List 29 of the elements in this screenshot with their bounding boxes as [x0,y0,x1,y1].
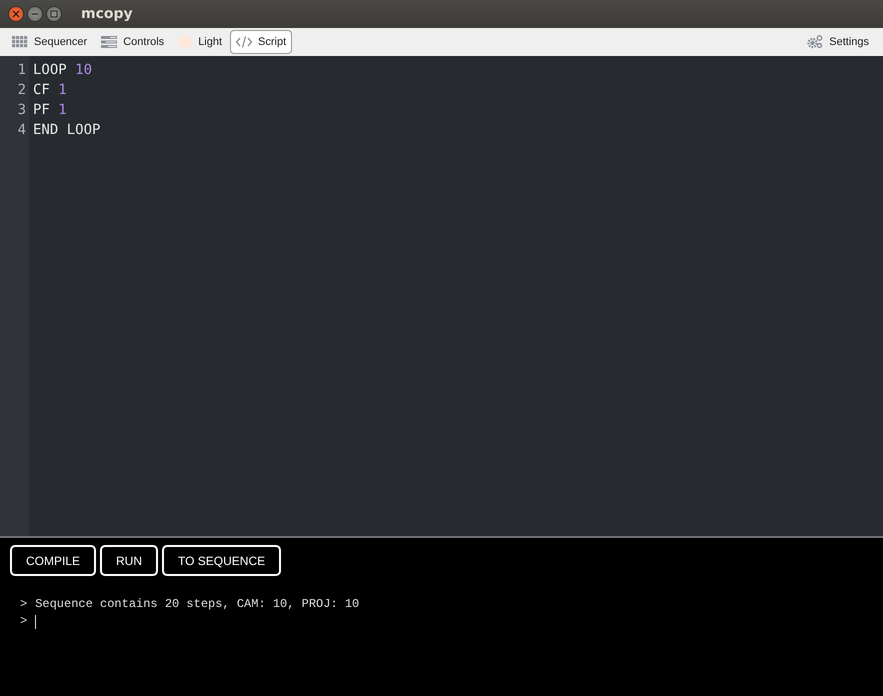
line-number: 1 [18,62,26,78]
maximize-icon [50,10,58,18]
window-title: mcopy [81,4,133,24]
toolbar-tab[interactable]: Controls [95,30,170,54]
code-line: CF 1 [33,81,67,100]
close-icon [12,10,20,18]
settings-icon [807,35,824,49]
maximize-button[interactable] [46,6,62,22]
line-number: 2 [18,82,26,98]
minimize-button[interactable] [27,6,43,22]
close-button[interactable] [8,6,24,22]
console-button[interactable]: TO SEQUENCE [162,545,282,576]
settings-button[interactable]: Settings [801,30,875,54]
toolbar-tab[interactable]: Light [172,30,228,54]
console-button[interactable]: RUN [100,545,158,576]
console-prompt: > [20,596,28,613]
code-line: END LOOP [33,121,100,140]
console-button[interactable]: COMPILE [10,545,96,576]
code-line: LOOP 10 [33,61,92,80]
toolbar-tab[interactable]: Sequencer [6,30,94,54]
sliders-icon [101,36,118,48]
toolbar-tab[interactable]: Script [230,30,292,54]
console-prompt: > [20,613,28,630]
code-icon [236,36,252,48]
grid-icon [12,36,28,48]
console-output: Sequence contains 20 steps, CAM: 10, PROJ: 10 [35,596,360,613]
code-line: PF 1 [33,101,67,120]
line-number: 4 [18,122,26,138]
line-number: 3 [18,102,26,118]
